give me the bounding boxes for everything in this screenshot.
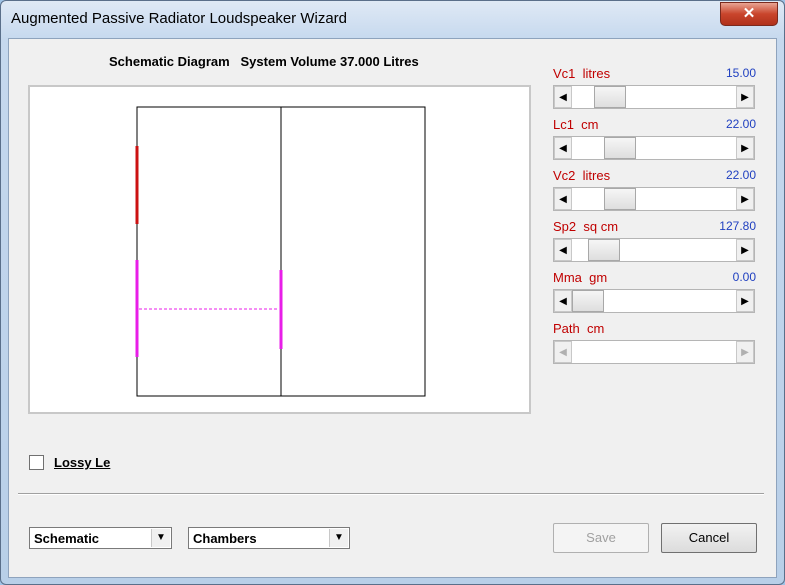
lossy-le-label: Lossy Le xyxy=(54,455,111,470)
separator xyxy=(18,493,764,495)
param-label: Lc1 cm xyxy=(553,117,599,132)
save-button[interactable]: Save xyxy=(553,523,649,553)
scroll-left-icon[interactable]: ◀ xyxy=(554,86,572,108)
param-value: 0.00 xyxy=(732,270,756,284)
title-bar: Augmented Passive Radiator Loudspeaker W… xyxy=(1,1,785,37)
param-label: Path cm xyxy=(553,321,605,336)
param-slider[interactable]: ◀ ▶ xyxy=(553,238,755,262)
scroll-left-icon[interactable]: ◀ xyxy=(554,188,572,210)
close-icon: ✕ xyxy=(742,5,756,22)
param-slider[interactable]: ◀ ▶ xyxy=(553,340,755,364)
slider-thumb[interactable] xyxy=(588,239,620,261)
param-value: 15.00 xyxy=(725,66,756,80)
window-title: Augmented Passive Radiator Loudspeaker W… xyxy=(11,10,348,27)
slider-thumb[interactable] xyxy=(604,137,636,159)
param-label: Vc1 litres xyxy=(553,66,611,81)
layout-select[interactable]: Chambers ▼ xyxy=(188,527,350,549)
param-label: Mma gm xyxy=(553,270,608,285)
param-slider[interactable]: ◀ ▶ xyxy=(553,136,755,160)
layout-select-value: Chambers xyxy=(193,531,257,546)
scroll-left-icon[interactable]: ◀ xyxy=(554,137,572,159)
slider-thumb[interactable] xyxy=(604,188,636,210)
param-value: 22.00 xyxy=(725,168,756,182)
scroll-right-icon[interactable]: ▶ xyxy=(736,239,754,261)
schematic-diagram xyxy=(135,106,426,397)
slider-thumb[interactable] xyxy=(594,86,626,108)
scroll-left-icon[interactable]: ◀ xyxy=(554,290,572,312)
param-value: 22.00 xyxy=(725,117,756,131)
chevron-down-icon: ▼ xyxy=(151,529,170,547)
scroll-left-icon[interactable]: ◀ xyxy=(554,239,572,261)
cancel-button[interactable]: Cancel xyxy=(661,523,757,553)
scroll-right-icon[interactable]: ▶ xyxy=(736,341,754,363)
scroll-right-icon[interactable]: ▶ xyxy=(736,86,754,108)
scroll-right-icon[interactable]: ▶ xyxy=(736,290,754,312)
scroll-right-icon[interactable]: ▶ xyxy=(736,188,754,210)
param-slider[interactable]: ◀ ▶ xyxy=(553,187,755,211)
lossy-le-checkbox[interactable] xyxy=(29,455,44,470)
param-label: Vc2 litres xyxy=(553,168,611,183)
slider-thumb[interactable] xyxy=(572,290,604,312)
param-slider[interactable]: ◀ ▶ xyxy=(553,85,755,109)
schematic-canvas xyxy=(28,85,531,414)
view-select-value: Schematic xyxy=(34,531,100,546)
param-value: 127.80 xyxy=(719,219,756,233)
chevron-down-icon: ▼ xyxy=(329,529,348,547)
view-select[interactable]: Schematic ▼ xyxy=(29,527,172,549)
close-button[interactable]: ✕ xyxy=(720,2,778,26)
diagram-caption: Schematic Diagram System Volume 37.000 L… xyxy=(109,54,419,69)
scroll-left-icon[interactable]: ◀ xyxy=(554,341,572,363)
scroll-right-icon[interactable]: ▶ xyxy=(736,137,754,159)
param-slider[interactable]: ◀ ▶ xyxy=(553,289,755,313)
param-label: Sp2 sq cm xyxy=(553,219,619,234)
